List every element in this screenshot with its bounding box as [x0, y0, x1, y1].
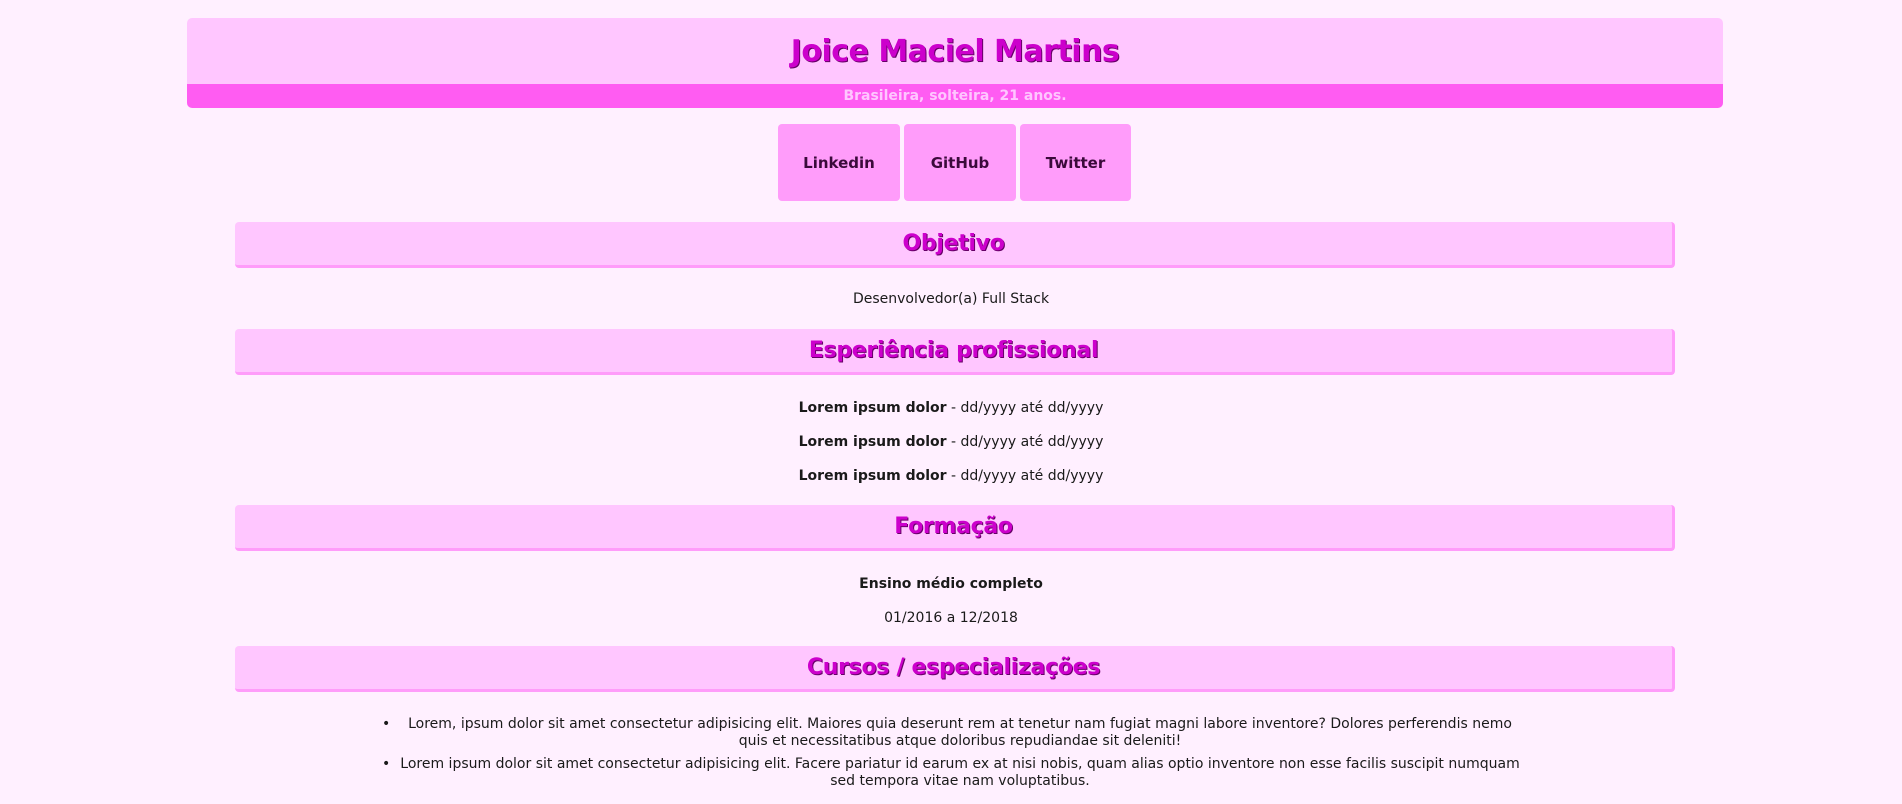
list-item: • Lorem ipsum dolor sit amet consectetur…	[370, 756, 1540, 790]
section-title-experiencia: Esperiência profissional	[235, 329, 1675, 375]
linkedin-link[interactable]: Linkedin	[778, 124, 900, 201]
education-degree: Ensino médio completo	[0, 576, 1902, 592]
experience-period: - dd/yyyy até dd/yyyy	[946, 400, 1104, 416]
course-text: Lorem, ipsum dolor sit amet consectetur …	[408, 716, 1512, 749]
experience-item: Lorem ipsum dolor - dd/yyyy até dd/yyyy	[0, 400, 1902, 416]
list-item: • Lorem, ipsum dolor sit amet consectetu…	[370, 716, 1540, 750]
section-heading: Cursos / especializações	[806, 655, 1101, 680]
education-period: 01/2016 a 12/2018	[884, 610, 1018, 626]
courses-list: • Lorem, ipsum dolor sit amet consectetu…	[370, 716, 1540, 796]
twitter-link[interactable]: Twitter	[1020, 124, 1131, 201]
social-links: Linkedin GitHub Twitter	[778, 124, 1131, 201]
github-link[interactable]: GitHub	[904, 124, 1016, 201]
bullet-icon: •	[382, 716, 391, 732]
section-title-formacao: Formação	[235, 505, 1675, 551]
person-name: Joice Maciel Martins	[790, 33, 1120, 69]
section-title-cursos: Cursos / especializações	[235, 646, 1675, 692]
bullet-icon: •	[382, 756, 391, 772]
experience-company: Lorem ipsum dolor	[798, 400, 947, 416]
section-title-objetivo: Objetivo	[235, 222, 1675, 268]
experience-item: Lorem ipsum dolor - dd/yyyy até dd/yyyy	[0, 468, 1902, 484]
objective-text: Desenvolvedor(a) Full Stack	[852, 291, 1050, 307]
experience-period: - dd/yyyy até dd/yyyy	[946, 434, 1104, 450]
section-heading: Esperiência profissional	[808, 338, 1099, 363]
experience-company: Lorem ipsum dolor	[798, 468, 947, 484]
personal-info-bar: Brasileira, solteira, 21 anos.	[187, 84, 1723, 108]
header-banner: Joice Maciel Martins	[187, 18, 1723, 84]
resume-page: Joice Maciel Martins Brasileira, solteir…	[0, 0, 1902, 804]
experience-item: Lorem ipsum dolor - dd/yyyy até dd/yyyy	[0, 434, 1902, 450]
personal-info-text: Brasileira, solteira, 21 anos.	[843, 88, 1067, 104]
section-heading: Objetivo	[902, 231, 1005, 256]
section-heading: Formação	[894, 514, 1013, 539]
experience-period: - dd/yyyy até dd/yyyy	[946, 468, 1104, 484]
course-text: Lorem ipsum dolor sit amet consectetur a…	[400, 756, 1520, 789]
experience-company: Lorem ipsum dolor	[798, 434, 947, 450]
education-degree-text: Ensino médio completo	[859, 576, 1043, 592]
